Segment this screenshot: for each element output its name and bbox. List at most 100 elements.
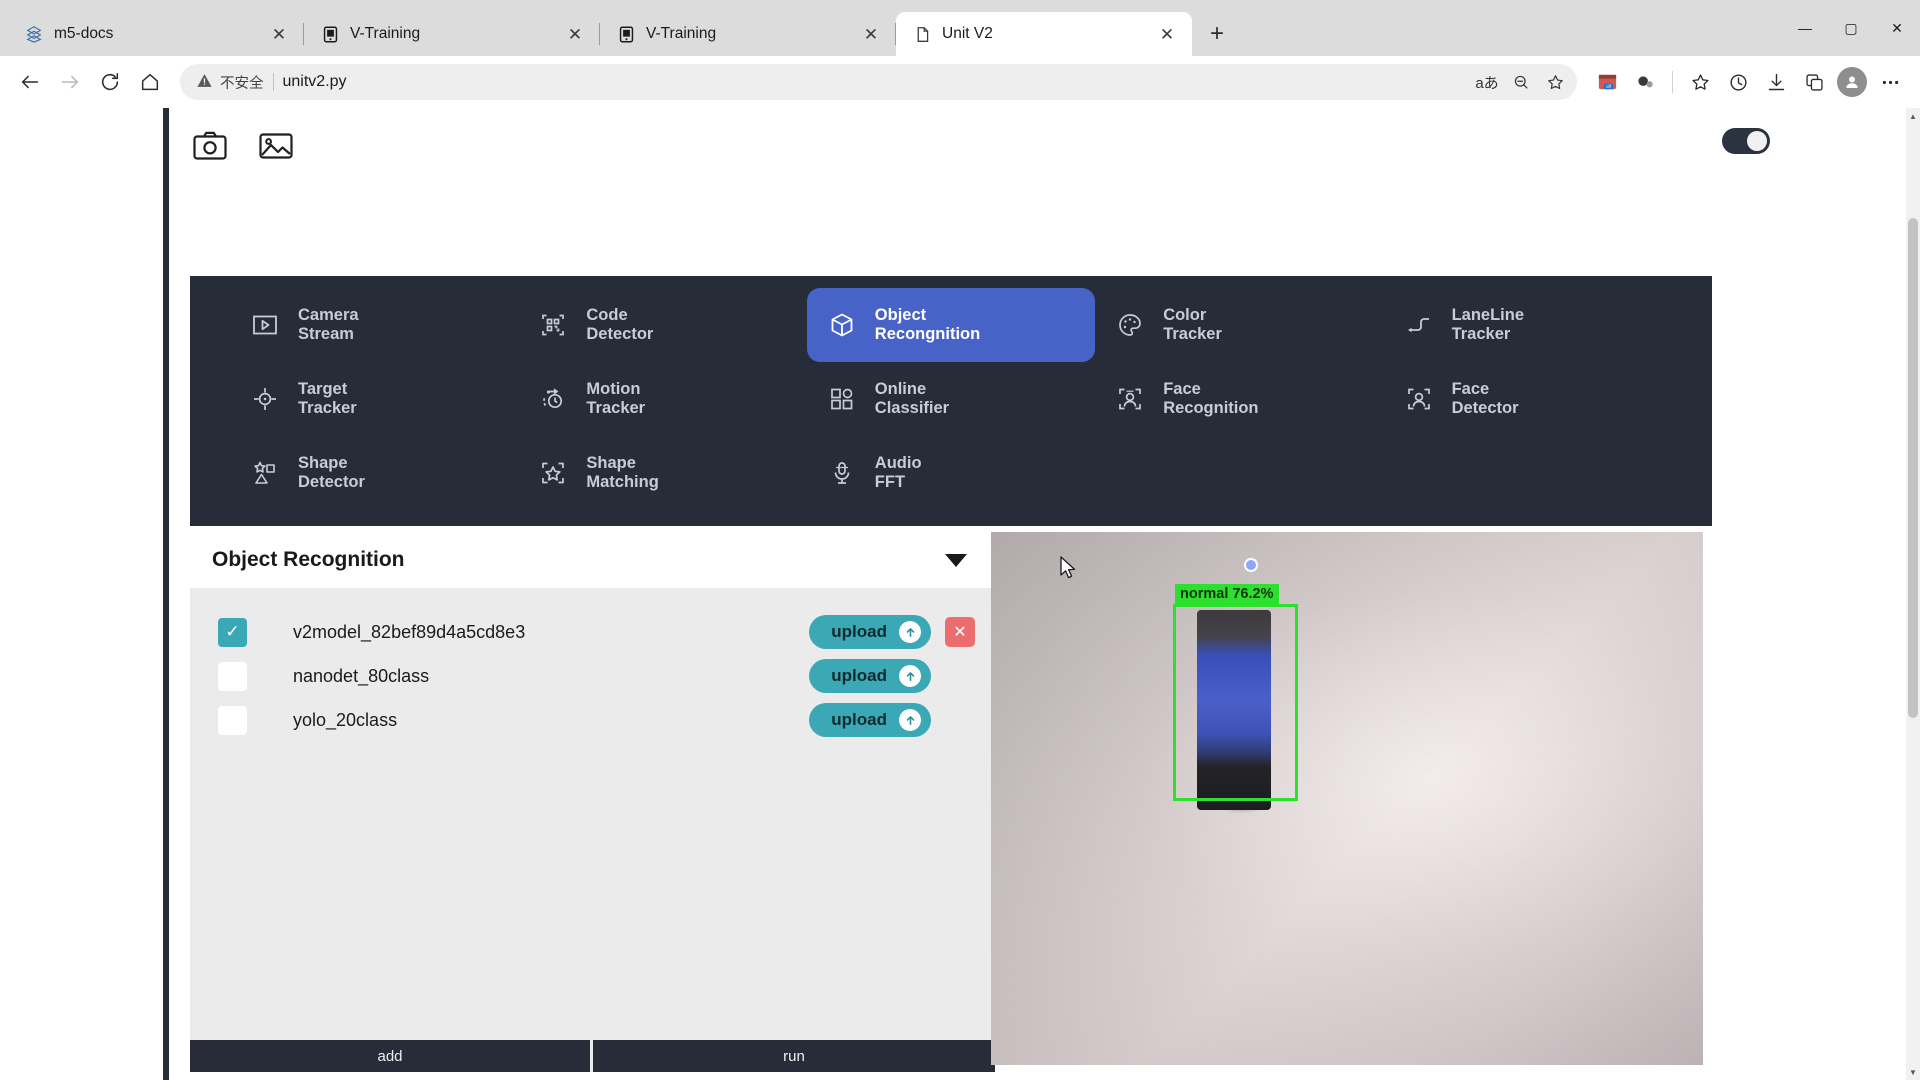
star-frame-icon xyxy=(536,456,570,490)
power-toggle[interactable] xyxy=(1722,128,1770,154)
function-item-face-recognition[interactable]: Face Recognition xyxy=(1095,362,1383,436)
function-item-laneline-tracker[interactable]: LaneLine Tracker xyxy=(1384,288,1672,362)
forward-button[interactable] xyxy=(52,64,88,100)
function-item-label: Shape Detector xyxy=(298,453,365,491)
model-name: nanodet_80class xyxy=(293,665,430,686)
function-item-label: Shape Matching xyxy=(586,453,659,491)
browser-essentials-icon[interactable] xyxy=(1627,64,1663,100)
function-item-audio-fft[interactable]: Audio FFT xyxy=(807,436,1095,510)
downloads-icon[interactable] xyxy=(1758,64,1794,100)
toolbar-right-actions: off xyxy=(1589,64,1908,100)
function-item-color-tracker[interactable]: Color Tracker xyxy=(1095,288,1383,362)
function-item-label: Face Detector xyxy=(1451,379,1519,417)
profile-icon[interactable] xyxy=(1834,64,1870,100)
reload-button[interactable] xyxy=(92,64,128,100)
function-item-label: Audio FFT xyxy=(874,453,922,491)
document-icon xyxy=(912,24,932,44)
grid-shapes-icon xyxy=(825,382,859,416)
delete-model-button[interactable]: ✕ xyxy=(945,617,975,647)
collections-icon[interactable]: off xyxy=(1589,64,1625,100)
url-text[interactable]: unitv2.py xyxy=(283,73,1463,91)
function-item-camera-stream[interactable]: Camera Stream xyxy=(230,288,518,362)
browser-tab-1[interactable]: m5-docs ✕ xyxy=(8,12,304,56)
camera-stream-icon xyxy=(248,308,282,342)
upload-button[interactable]: upload xyxy=(809,703,931,737)
function-item-code-detector[interactable]: Code Detector xyxy=(518,288,806,362)
camera-preview[interactable]: normal 76.2% xyxy=(991,532,1703,1065)
browser-tab-4[interactable]: Unit V2 ✕ xyxy=(896,12,1192,56)
window-maximize-button[interactable]: ▢ xyxy=(1828,0,1874,56)
scroll-up-icon[interactable]: ▲ xyxy=(1906,108,1920,124)
function-item-label: Code Detector xyxy=(586,305,654,343)
scroll-down-icon[interactable]: ▼ xyxy=(1906,1064,1920,1080)
omnibox-divider xyxy=(272,73,274,91)
function-item-label: LaneLine Tracker xyxy=(1451,305,1525,343)
new-tab-button[interactable]: + xyxy=(1200,17,1234,51)
detection-label: normal 76.2% xyxy=(1175,584,1279,604)
microphone-icon xyxy=(825,456,859,490)
upload-button[interactable]: upload xyxy=(809,659,931,693)
pointer-dot-icon xyxy=(1244,558,1258,572)
model-panel-header: Object Recognition xyxy=(190,532,995,588)
tab-close-icon[interactable]: ✕ xyxy=(266,21,292,47)
browser-tab-title: V-Training xyxy=(350,25,421,42)
function-item-label: Color Tracker xyxy=(1163,305,1222,343)
toolbar-divider xyxy=(1672,71,1673,93)
camera-icon[interactable] xyxy=(190,126,230,166)
scrollbar-thumb[interactable] xyxy=(1908,218,1918,718)
window-minimize-button[interactable]: — xyxy=(1782,0,1828,56)
function-item-object-recognition[interactable]: Object Recongnition xyxy=(806,288,1096,362)
browser-tab-3[interactable]: V-Training ✕ xyxy=(600,12,896,56)
function-item-online-classifier[interactable]: Online Classifier xyxy=(807,362,1095,436)
model-row[interactable]: yolo_20class upload xyxy=(190,698,995,742)
back-button[interactable] xyxy=(12,64,48,100)
favorite-star-icon[interactable] xyxy=(1539,66,1571,98)
page-scrollbar[interactable]: ▲ ▼ xyxy=(1906,108,1920,1080)
model-checkbox[interactable] xyxy=(218,705,247,735)
omnibox-actions: aあ xyxy=(1471,66,1571,98)
window-close-button[interactable]: ✕ xyxy=(1874,0,1920,56)
model-checkbox[interactable] xyxy=(218,661,247,691)
settings-more-icon[interactable] xyxy=(1872,64,1908,100)
caret-down-icon[interactable] xyxy=(945,553,967,567)
upload-button-label: upload xyxy=(831,710,887,729)
model-list: ✓ v2model_82bef89d4a5cd8e3 upload ✕ nano… xyxy=(190,588,995,1040)
history-icon[interactable] xyxy=(1720,64,1756,100)
toggle-switch[interactable] xyxy=(1722,128,1770,154)
run-button[interactable]: run xyxy=(593,1040,995,1072)
zoom-out-icon[interactable] xyxy=(1505,66,1537,98)
model-row[interactable]: nanodet_80class upload xyxy=(190,654,995,698)
model-checkbox[interactable]: ✓ xyxy=(218,617,247,647)
upload-button[interactable]: upload xyxy=(809,615,931,649)
face-recognition-icon xyxy=(1113,382,1147,416)
tab-close-icon[interactable]: ✕ xyxy=(562,21,588,47)
motion-icon xyxy=(536,382,570,416)
function-item-motion-tracker[interactable]: Motion Tracker xyxy=(518,362,806,436)
function-item-target-tracker[interactable]: Target Tracker xyxy=(230,362,518,436)
home-button[interactable] xyxy=(132,64,168,100)
function-item-shape-detector[interactable]: Shape Detector xyxy=(230,436,518,510)
photo-icon[interactable] xyxy=(256,126,296,166)
security-label: 不安全 xyxy=(220,75,264,92)
address-bar[interactable]: 不安全 unitv2.py aあ xyxy=(180,64,1577,100)
add-button[interactable]: add xyxy=(190,1040,590,1072)
tab-close-icon[interactable]: ✕ xyxy=(858,21,884,47)
function-item-shape-matching[interactable]: Shape Matching xyxy=(518,436,806,510)
palette-icon xyxy=(1113,308,1147,342)
model-name: yolo_20class xyxy=(293,709,398,730)
tab-close-icon[interactable]: ✕ xyxy=(1154,21,1180,47)
upload-button-label: upload xyxy=(831,666,887,685)
function-grid: Camera Stream Code Detector Object Recongni… xyxy=(190,276,1712,510)
security-warning[interactable]: 不安全 xyxy=(196,72,264,93)
addons-icon[interactable] xyxy=(1796,64,1832,100)
detection-bounding-box: normal 76.2% xyxy=(1173,584,1298,801)
favorites-icon[interactable] xyxy=(1682,64,1718,100)
function-item-face-detector[interactable]: Face Detector xyxy=(1384,362,1672,436)
upload-button-label: upload xyxy=(831,622,887,641)
shapes-icon xyxy=(248,456,282,490)
browser-tab-2[interactable]: V-Training ✕ xyxy=(304,12,600,56)
function-item-label: Camera Stream xyxy=(298,305,359,343)
model-row[interactable]: ✓ v2model_82bef89d4a5cd8e3 upload ✕ xyxy=(190,610,995,654)
browser-tab-title: V-Training xyxy=(646,25,717,42)
read-aloud-icon[interactable]: aあ xyxy=(1471,66,1503,98)
